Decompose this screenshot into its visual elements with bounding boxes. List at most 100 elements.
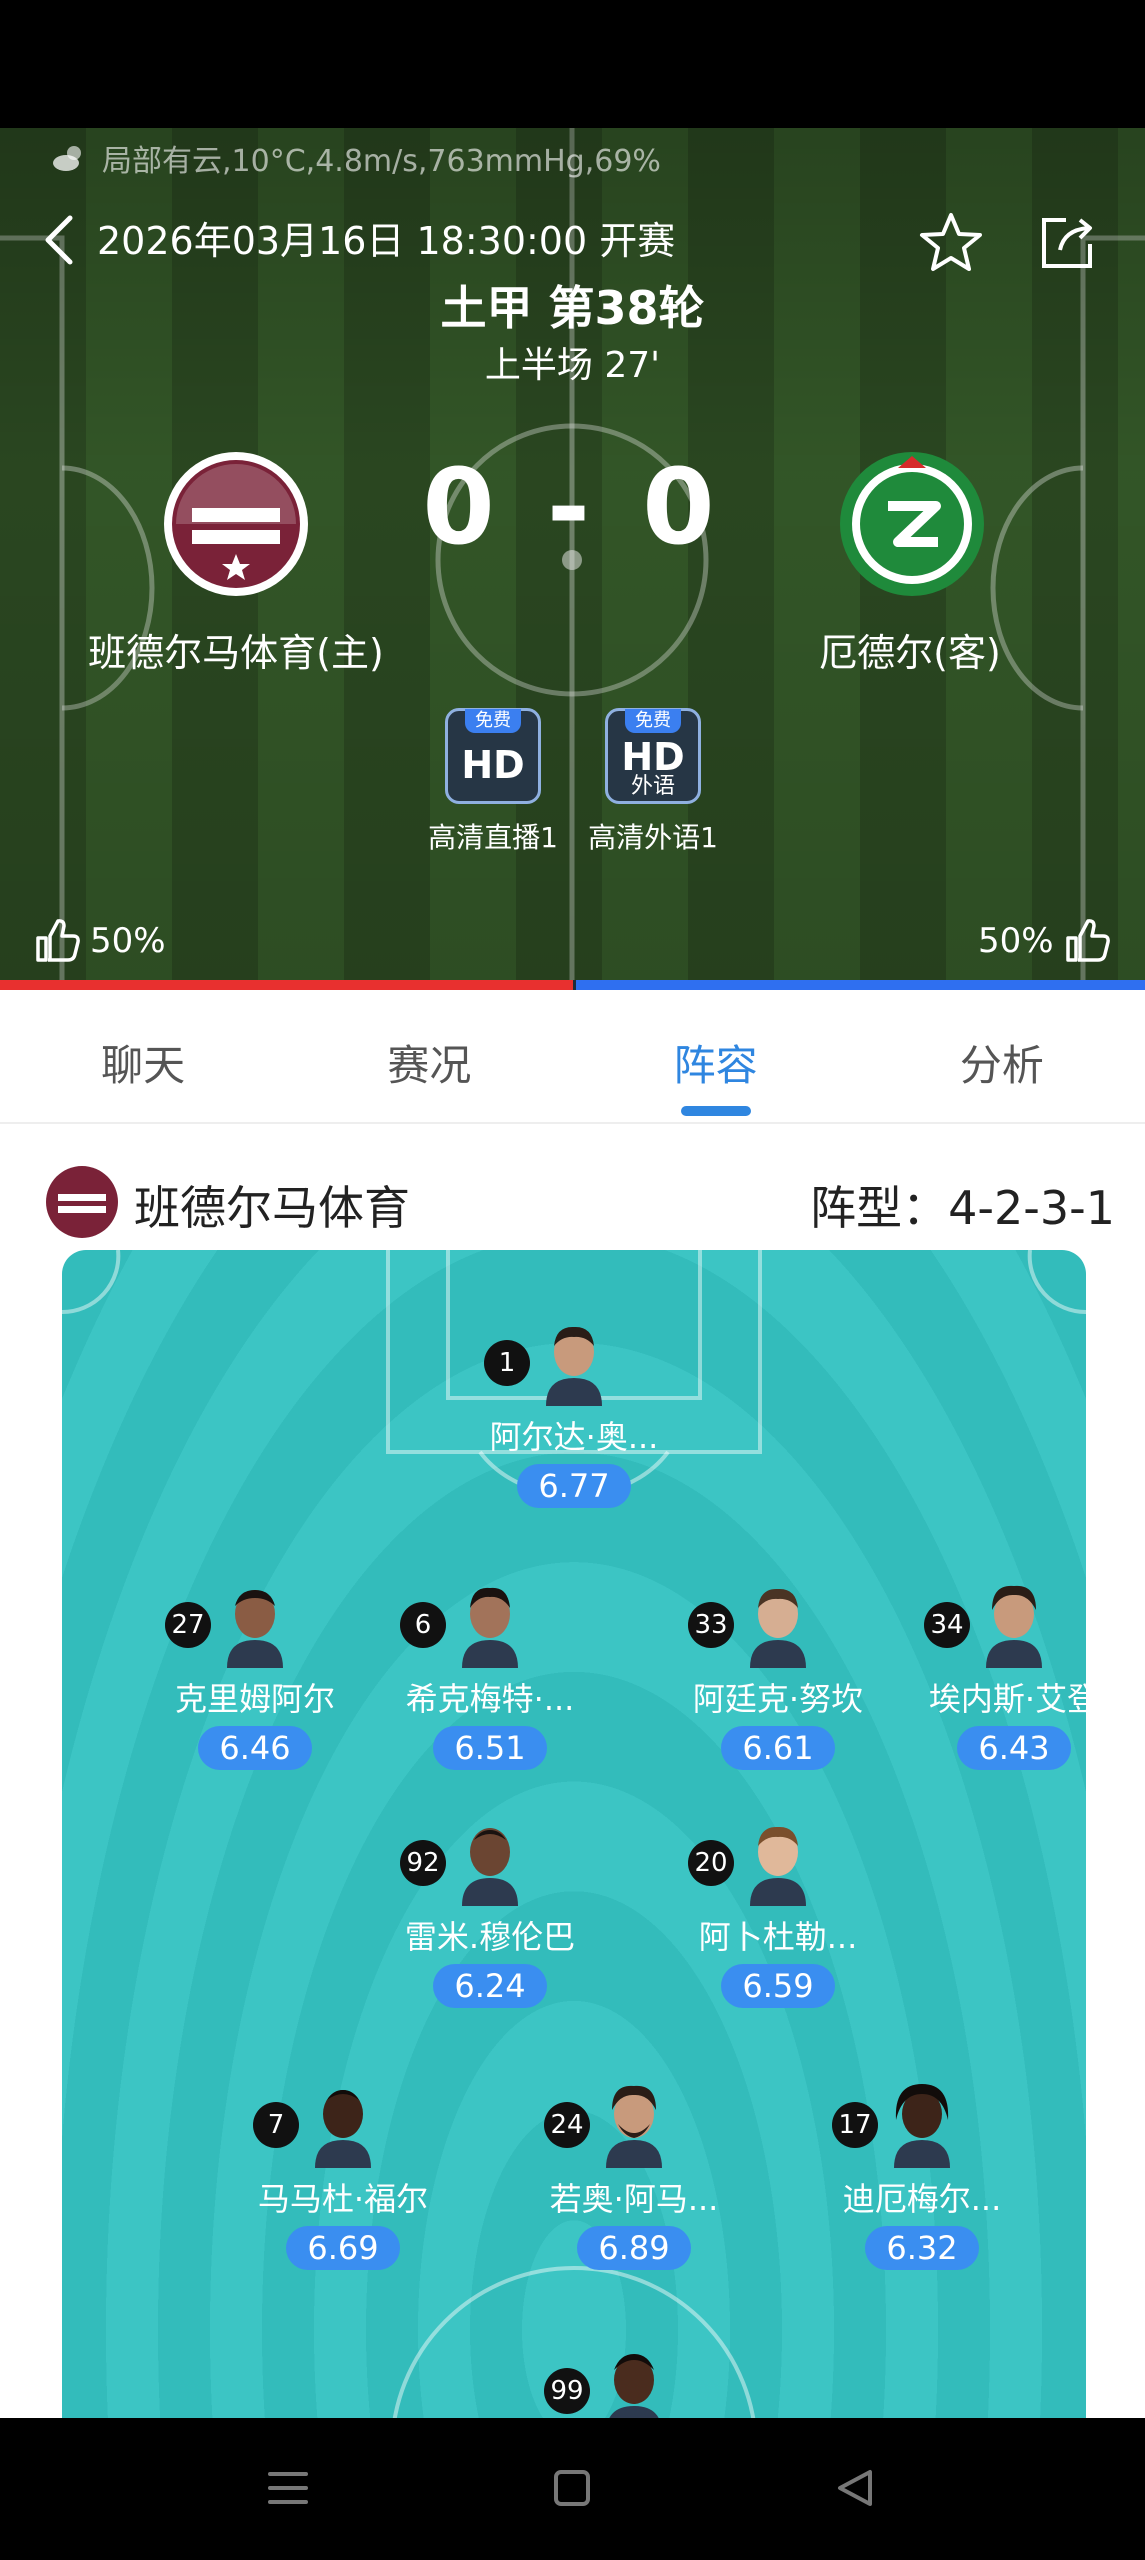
tab-lineup[interactable]: 阵容 (573, 990, 859, 1122)
player-name: 阿廷克·努坎 (692, 1680, 864, 1718)
tab-analysis[interactable]: 分析 (859, 990, 1145, 1122)
player-number: 20 (688, 1840, 734, 1886)
formation: 阵型：4-2-3-1 (810, 1181, 1115, 1235)
system-nav-bar (0, 2418, 1145, 2560)
home-team-name: 班德尔马体育(主) (88, 631, 384, 675)
player-name: 马马杜·福尔 (257, 2180, 429, 2218)
player-number: 33 (688, 1602, 734, 1648)
hd-icon: 免费 HD (445, 708, 541, 804)
player-name: 阿尔达·奥... (489, 1418, 659, 1456)
player-number: 1 (484, 1340, 530, 1386)
player-rating: 6.46 (198, 1726, 312, 1770)
player-number: 27 (165, 1602, 211, 1648)
player-avatar: 6 (400, 1580, 530, 1668)
free-badge: 免费 (625, 709, 681, 733)
home-support: 50% (90, 921, 166, 961)
player-card[interactable]: 6 希克梅特·... 6.51 (370, 1580, 610, 1770)
player-avatar: 7 (253, 2080, 383, 2168)
player-card[interactable]: 17 迪厄梅尔... 6.32 (802, 2080, 1042, 2270)
home-like-button[interactable]: 50% (34, 918, 166, 964)
player-card[interactable]: 20 阿卜杜勒... 6.59 (658, 1818, 898, 2008)
player-avatar: 24 (544, 2080, 674, 2168)
home-square-icon[interactable] (542, 2458, 602, 2518)
player-rating: 6.61 (721, 1726, 835, 1770)
team-logo-small (46, 1166, 118, 1238)
player-rating: 6.89 (577, 2226, 691, 2270)
weather-text: 局部有云,10°C,4.8m/s,763mmHg,69% (102, 144, 661, 179)
score: 0 - 0 (422, 446, 723, 568)
player-rating: 6.24 (433, 1964, 547, 2008)
stream-hd-live-1[interactable]: 免费 HD 高清直播1 (418, 708, 568, 856)
home-support-bar (0, 980, 573, 990)
player-number: 99 (544, 2368, 590, 2414)
player-card[interactable]: 7 马马杜·福尔 6.69 (223, 2080, 463, 2270)
away-team-name: 厄德尔(客) (819, 631, 1001, 675)
match-header: 局部有云,10°C,4.8m/s,763mmHg,69% 2026年03月16日… (0, 128, 1145, 990)
player-name: 若奥·阿马... (549, 2180, 719, 2218)
stream-hd-foreign-1[interactable]: 免费 HD 外语 高清外语1 (578, 708, 728, 856)
star-icon[interactable] (918, 210, 984, 276)
thumbs-up-icon (36, 919, 80, 962)
back-triangle-icon[interactable] (826, 2458, 886, 2518)
free-badge: 免费 (465, 709, 521, 733)
player-card[interactable]: 27 克里姆阿尔 6.46 (135, 1580, 375, 1770)
player-avatar: 33 (688, 1580, 818, 1668)
player-name: 埃内斯·艾登 (928, 1680, 1086, 1718)
player-avatar: 92 (400, 1818, 530, 1906)
tab-chat[interactable]: 聊天 (0, 990, 286, 1122)
player-card[interactable]: 33 阿廷克·努坎 6.61 (658, 1580, 898, 1770)
player-rating: 6.69 (286, 2226, 400, 2270)
player-avatar: 1 (484, 1318, 614, 1406)
player-card[interactable]: 1 阿尔达·奥... 6.77 (454, 1318, 694, 1508)
away-support: 50% (978, 921, 1054, 961)
player-avatar: 99 (544, 2346, 674, 2418)
tab-bar: 聊天 赛况 阵容 分析 (0, 990, 1145, 1124)
stream-label: 高清外语1 (588, 821, 718, 854)
home-team-logo[interactable] (162, 450, 310, 598)
player-avatar: 20 (688, 1818, 818, 1906)
tab-live[interactable]: 赛况 (286, 990, 572, 1122)
player-number: 24 (544, 2102, 590, 2148)
player-rating: 6.32 (865, 2226, 979, 2270)
player-name: 迪厄梅尔... (842, 2180, 1002, 2218)
match-period: 上半场 27' (484, 345, 661, 386)
player-avatar: 34 (924, 1580, 1054, 1668)
player-rating: 6.77 (517, 1464, 631, 1508)
share-icon[interactable] (1036, 212, 1098, 274)
player-number: 7 (253, 2102, 299, 2148)
menu-icon[interactable] (258, 2458, 318, 2518)
weather-info: 局部有云,10°C,4.8m/s,763mmHg,69% (50, 136, 661, 180)
player-card[interactable]: 34 埃内斯·艾登 6.43 (894, 1580, 1086, 1770)
player-name: 希克梅特·... (405, 1680, 575, 1718)
kickoff-time: 2026年03月16日 18:30:00 开赛 (97, 219, 676, 263)
player-rating: 6.51 (433, 1726, 547, 1770)
player-avatar: 27 (165, 1580, 295, 1668)
player-card[interactable]: 92 雷米.穆伦巴 6.24 (370, 1818, 610, 2008)
player-number: 34 (924, 1602, 970, 1648)
away-team-logo[interactable] (838, 450, 986, 598)
player-number: 6 (400, 1602, 446, 1648)
player-avatar: 17 (832, 2080, 962, 2168)
cloud-sun-icon (53, 146, 81, 171)
lineup-header: 班德尔马体育 阵型：4-2-3-1 (0, 1124, 1145, 1250)
player-number: 92 (400, 1840, 446, 1886)
status-bar (0, 0, 1145, 128)
lineup-field: 1 阿尔达·奥... 6.77 27 克里姆阿尔 6.46 6 希克梅特·...… (62, 1250, 1086, 2418)
stream-label: 高清直播1 (428, 821, 558, 854)
player-name: 雷米.穆伦巴 (404, 1918, 576, 1956)
player-card[interactable]: 24 若奥·阿马... 6.89 (514, 2080, 754, 2270)
lineup-team-name: 班德尔马体育 (134, 1181, 410, 1235)
player-number: 17 (832, 2102, 878, 2148)
player-name: 克里姆阿尔 (174, 1680, 335, 1718)
away-like-button[interactable]: 50% (978, 918, 1110, 964)
league-round: 土甲 第38轮 (440, 281, 705, 335)
chevron-left-icon[interactable] (38, 210, 82, 270)
player-card[interactable]: 99 (514, 2346, 754, 2418)
support-bar (0, 980, 1145, 990)
lineup-panel: 班德尔马体育 阵型：4-2-3-1 1 阿尔达·奥... 6.77 27 克里姆… (0, 1124, 1145, 2418)
player-name: 阿卜杜勒... (698, 1918, 858, 1956)
player-rating: 6.43 (957, 1726, 1071, 1770)
hd-foreign-icon: 免费 HD 外语 (605, 708, 701, 804)
player-rating: 6.59 (721, 1964, 835, 2008)
away-support-bar (572, 980, 1145, 990)
